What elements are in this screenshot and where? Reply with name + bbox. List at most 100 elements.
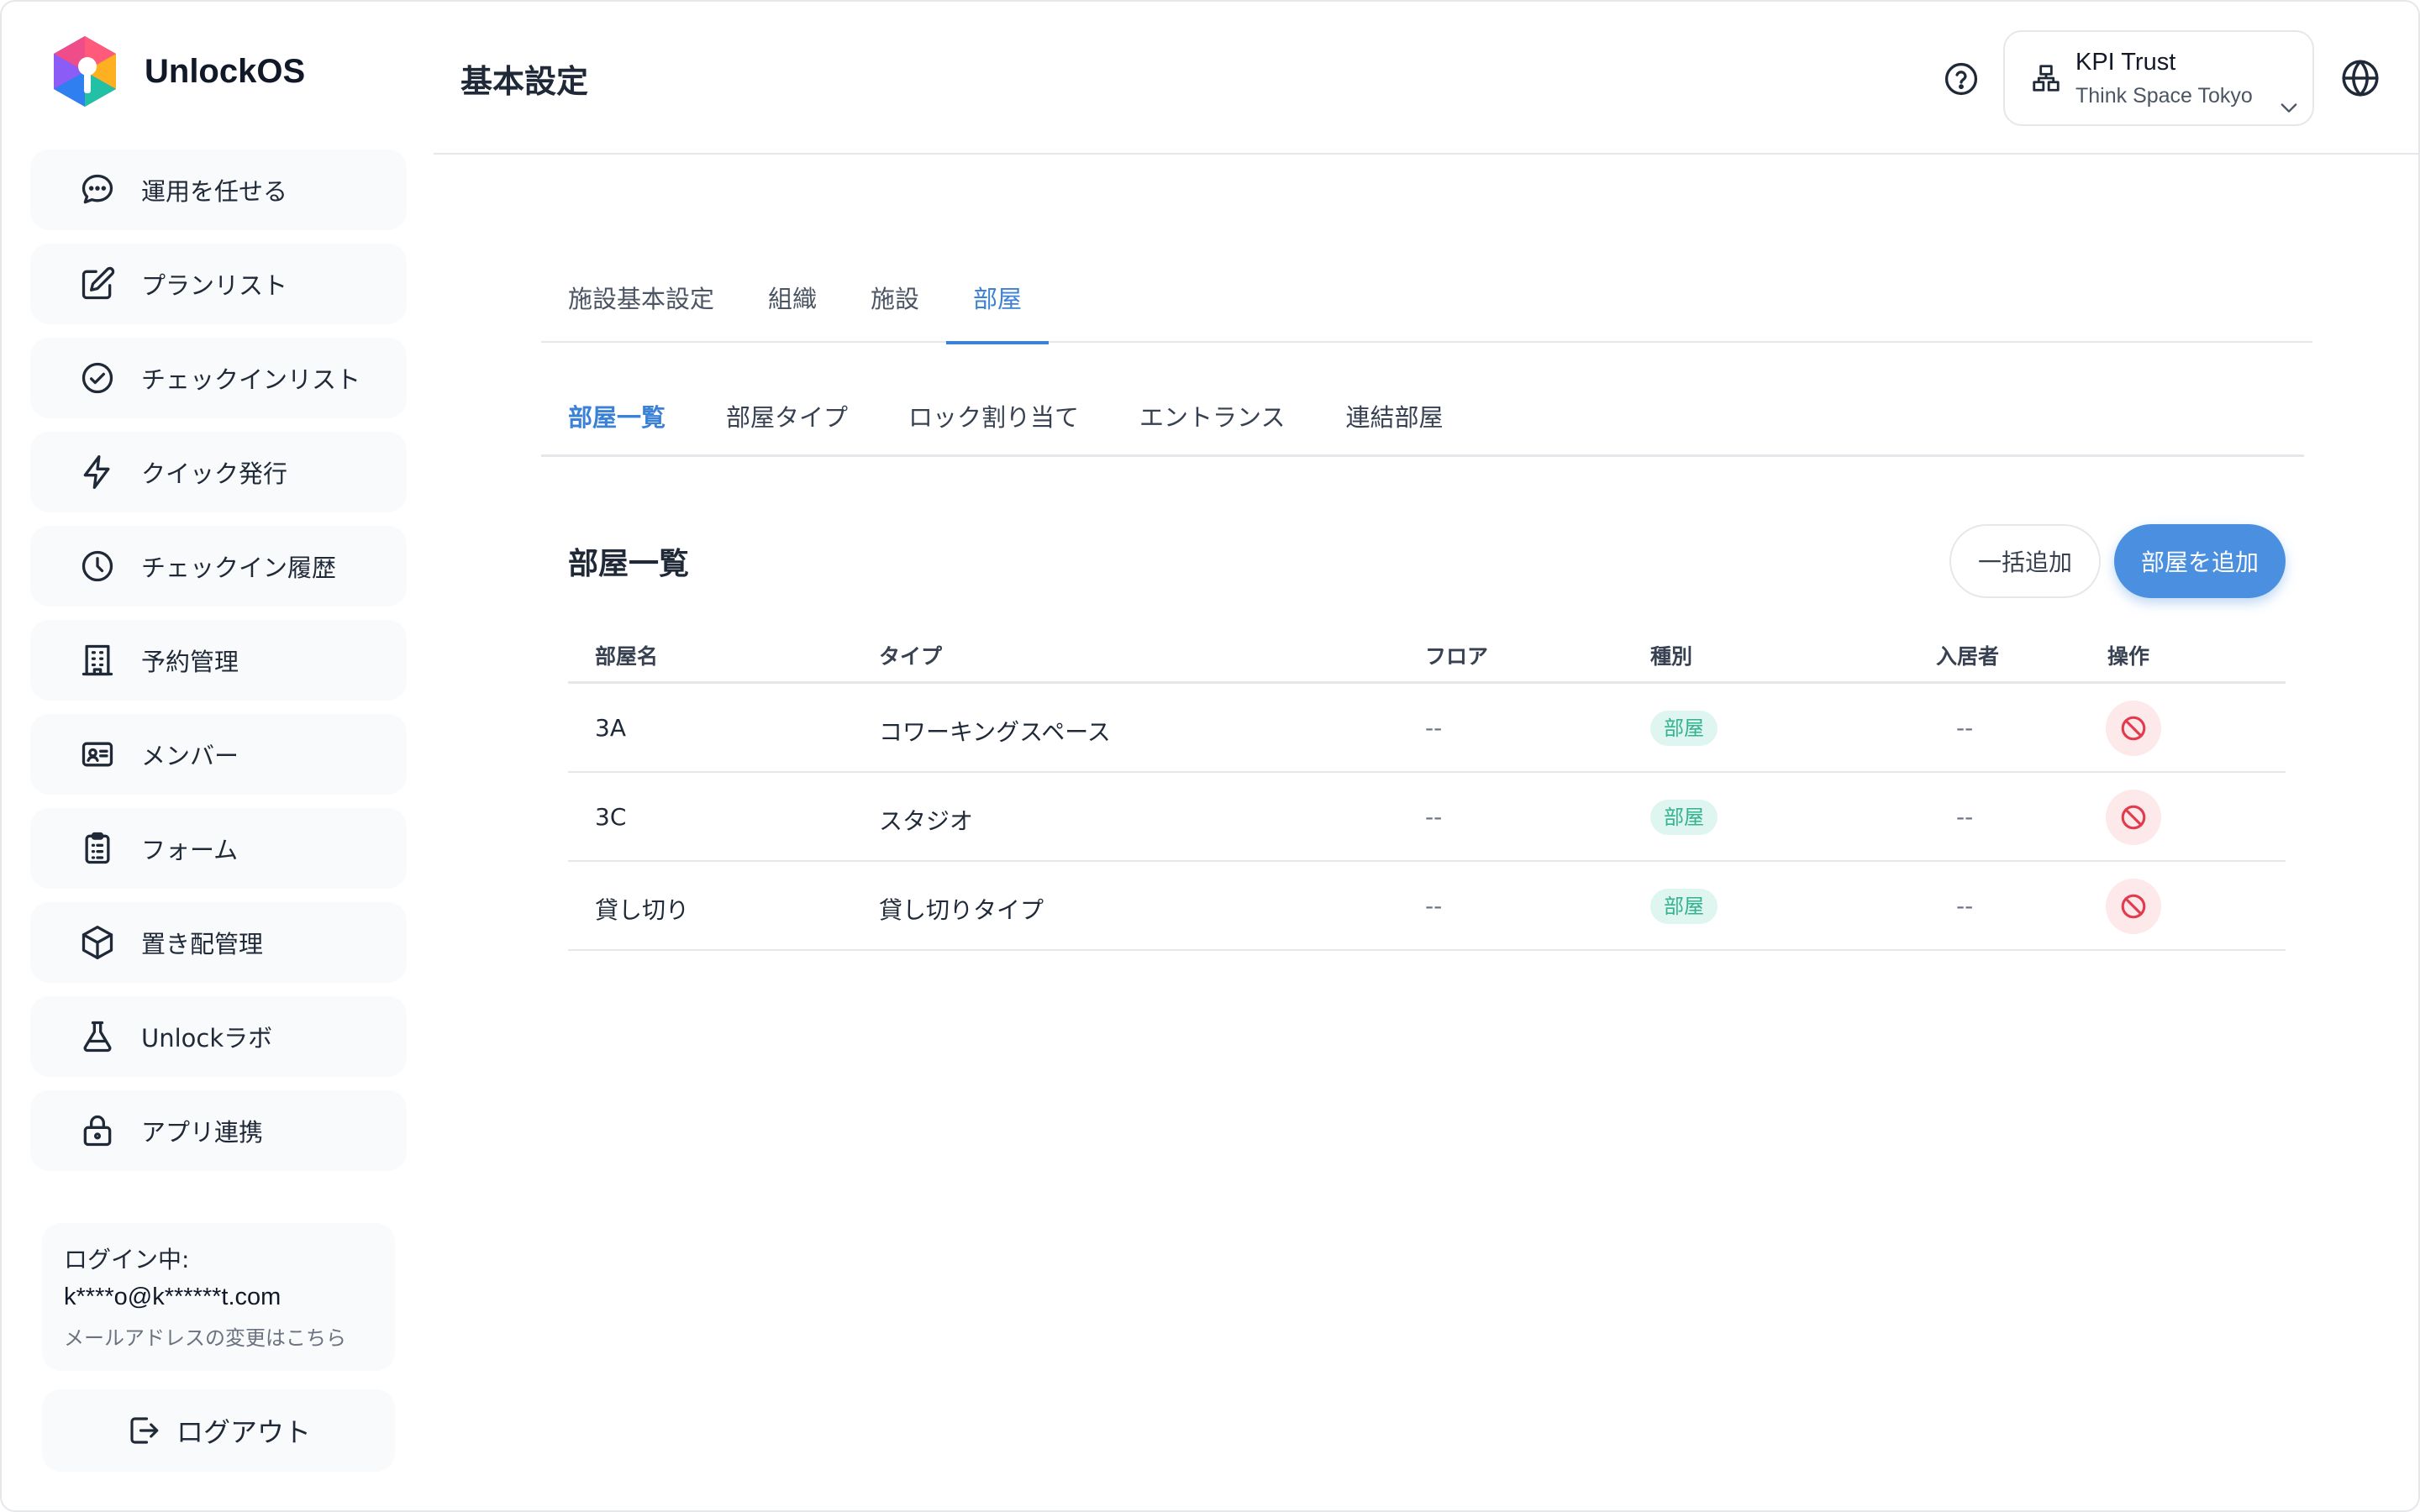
table-row[interactable]: 3A コワーキングスペース -- 部屋 -- — [568, 684, 2286, 773]
edit-icon — [79, 265, 116, 302]
tab-organization[interactable]: 組織 — [741, 264, 844, 343]
sidebar-item-label: アプリ連携 — [141, 1118, 264, 1147]
flask-icon — [79, 1018, 116, 1055]
login-email: k****o@k******t.com — [64, 1284, 281, 1310]
tab-facility-basic[interactable]: 施設基本設定 — [541, 264, 741, 343]
clock-icon — [79, 548, 116, 585]
ban-icon — [2121, 716, 2146, 741]
kind-badge: 部屋 — [1650, 800, 1718, 835]
app-window: UnlockOS 運用を任せる プランリスト チェックインリスト クイック発行 … — [0, 0, 2420, 1512]
organization-icon — [2033, 65, 2060, 92]
column-tenant: 入居者 — [1936, 644, 2000, 669]
subtab-connected-rooms[interactable]: 連結部屋 — [1318, 386, 1470, 454]
clipboard-icon — [79, 830, 116, 867]
sidebar-item-reservations[interactable]: 予約管理 — [30, 620, 407, 701]
sidebar-nav: 運用を任せる プランリスト チェックインリスト クイック発行 チェックイン履歴 … — [30, 150, 407, 1184]
ban-icon — [2121, 894, 2146, 919]
sidebar-item-label: Unlockラボ — [141, 1024, 273, 1053]
chevron-down-icon — [2281, 103, 2297, 113]
room-floor: -- — [1425, 803, 1443, 831]
sidebar-item-label: プランリスト — [141, 271, 288, 300]
help-icon[interactable] — [1943, 60, 1980, 97]
bulk-add-button[interactable]: 一括追加 — [1949, 524, 2101, 598]
sidebar-item-label: フォーム — [141, 836, 239, 864]
logout-label: ログアウト — [176, 1416, 311, 1448]
column-kind: 種別 — [1650, 644, 1693, 669]
sidebar-item-members[interactable]: メンバー — [30, 714, 407, 795]
disable-room-button[interactable] — [2106, 879, 2161, 934]
room-tenant: -- — [1956, 714, 1974, 742]
room-floor: -- — [1425, 714, 1443, 742]
column-room-name: 部屋名 — [595, 644, 659, 669]
building-icon — [79, 642, 116, 679]
room-subtabs: 部屋一覧 部屋タイプ ロック割り当て エントランス 連結部屋 — [541, 386, 2304, 457]
sidebar-item-label: チェックインリスト — [141, 365, 361, 394]
kind-badge: 部屋 — [1650, 889, 1718, 924]
add-room-button[interactable]: 部屋を追加 — [2114, 524, 2286, 598]
sidebar-item-label: 運用を任せる — [141, 177, 288, 206]
room-tenant: -- — [1956, 892, 1974, 920]
sidebar-item-unlock-lab[interactable]: Unlockラボ — [30, 996, 407, 1077]
room-type: 貸し切りタイプ — [879, 896, 1044, 924]
facility-name: Think Space Tokyo — [2075, 84, 2253, 108]
room-type: スタジオ — [879, 807, 974, 835]
room-name: 3C — [595, 803, 627, 831]
organization-selector[interactable]: KPI Trust Think Space Tokyo — [2003, 30, 2314, 126]
sidebar-item-checkin-history[interactable]: チェックイン履歴 — [30, 526, 407, 606]
page-title: 基本設定 — [460, 63, 589, 100]
room-name: 3A — [595, 714, 626, 742]
globe-icon[interactable] — [2339, 57, 2381, 99]
settings-tabs: 施設基本設定 組織 施設 部屋 — [541, 264, 2312, 344]
table-row[interactable]: 3C スタジオ -- 部屋 -- — [568, 773, 2286, 862]
room-name: 貸し切り — [595, 896, 690, 924]
column-floor: フロア — [1425, 644, 1489, 669]
room-floor: -- — [1425, 892, 1443, 920]
organization-name: KPI Trust — [2075, 49, 2176, 76]
chat-bubble-icon — [79, 171, 116, 208]
lock-icon — [79, 1112, 116, 1149]
sidebar-item-app-integration[interactable]: アプリ連携 — [30, 1090, 407, 1171]
id-card-icon — [79, 736, 116, 773]
sidebar-item-forms[interactable]: フォーム — [30, 808, 407, 889]
sidebar-item-label: 予約管理 — [141, 648, 239, 676]
section-title: 部屋一覧 — [568, 547, 690, 581]
subtab-room-list[interactable]: 部屋一覧 — [541, 386, 692, 454]
room-tenant: -- — [1956, 803, 1974, 831]
sidebar-item-label: クイック発行 — [141, 459, 288, 488]
logout-button[interactable]: ログアウト — [42, 1389, 395, 1472]
sidebar-item-label: チェックイン履歴 — [141, 554, 337, 582]
unlockos-logo-icon — [54, 36, 116, 107]
login-info: ログイン中: k****o@k******t.com メールアドレスの変更はこち… — [42, 1223, 395, 1371]
check-circle-icon — [79, 360, 116, 396]
kind-badge: 部屋 — [1650, 711, 1718, 746]
room-table: 部屋名 タイプ フロア 種別 入居者 操作 3A コワーキングスペース -- 部… — [568, 625, 2286, 951]
sidebar: UnlockOS 運用を任せる プランリスト チェックインリスト クイック発行 … — [2, 2, 434, 1510]
sidebar-item-checkin-list[interactable]: チェックインリスト — [30, 338, 407, 418]
change-email-link[interactable]: メールアドレスの変更はこちら — [64, 1321, 373, 1351]
sidebar-item-plan-list[interactable]: プランリスト — [30, 244, 407, 324]
subtab-entrance[interactable]: エントランス — [1113, 386, 1312, 454]
sidebar-item-delivery[interactable]: 置き配管理 — [30, 902, 407, 983]
logout-icon — [130, 1417, 159, 1444]
sidebar-item-quick-issue[interactable]: クイック発行 — [30, 432, 407, 512]
subtab-lock-assignment[interactable]: ロック割り当て — [881, 386, 1106, 454]
column-actions: 操作 — [2107, 644, 2150, 669]
column-type: タイプ — [879, 644, 943, 669]
sidebar-item-label: 置き配管理 — [141, 930, 264, 958]
tab-facility[interactable]: 施設 — [844, 264, 946, 343]
disable-room-button[interactable] — [2106, 790, 2161, 845]
table-header: 部屋名 タイプ フロア 種別 入居者 操作 — [568, 625, 2286, 684]
tab-rooms[interactable]: 部屋 — [946, 264, 1050, 344]
subtab-room-types[interactable]: 部屋タイプ — [699, 386, 875, 454]
table-row[interactable]: 貸し切り 貸し切りタイプ -- 部屋 -- — [568, 862, 2286, 951]
sidebar-item-operation[interactable]: 運用を任せる — [30, 150, 407, 230]
package-icon — [79, 924, 116, 961]
lightning-icon — [79, 454, 116, 491]
login-title: ログイン中: — [64, 1246, 190, 1273]
sidebar-item-label: メンバー — [141, 742, 239, 770]
ban-icon — [2121, 805, 2146, 830]
disable-room-button[interactable] — [2106, 701, 2161, 756]
header: 基本設定 KPI Trust Think Space Tokyo — [434, 2, 2418, 155]
brand[interactable]: UnlockOS — [50, 32, 305, 111]
brand-name: UnlockOS — [145, 52, 306, 90]
